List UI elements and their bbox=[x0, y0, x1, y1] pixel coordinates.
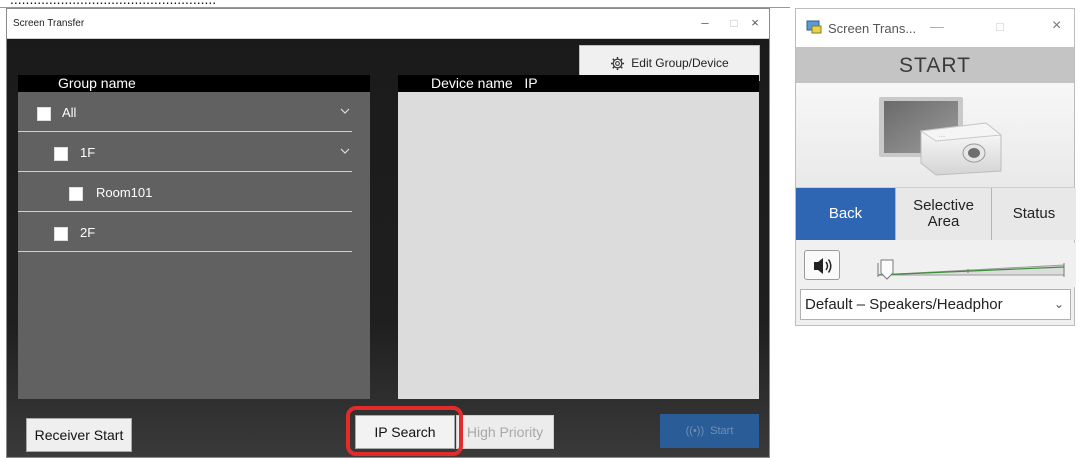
clipped-text-strip: ........................................… bbox=[0, 0, 790, 8]
selective-area-button[interactable]: Selective Area bbox=[896, 188, 992, 240]
mini-button-row: Back Selective Area Status bbox=[796, 188, 1076, 240]
chevron-down-icon[interactable] bbox=[338, 144, 352, 158]
start-button-label: Start bbox=[710, 425, 734, 437]
mini-window-title: Screen Trans... bbox=[828, 21, 917, 36]
speaker-icon bbox=[814, 258, 832, 274]
checkbox[interactable] bbox=[69, 187, 83, 201]
high-priority-button[interactable]: High Priority bbox=[456, 415, 554, 449]
group-row-2f[interactable]: 2F bbox=[18, 212, 352, 252]
group-row-1f[interactable]: 1F bbox=[18, 132, 352, 172]
chevron-down-icon[interactable] bbox=[338, 104, 352, 118]
group-label: 1F bbox=[80, 145, 96, 160]
volume-control bbox=[796, 243, 1076, 287]
maximize-button[interactable]: □ bbox=[724, 14, 744, 32]
device-list-header: Device name IP bbox=[398, 75, 759, 92]
checkbox[interactable] bbox=[54, 227, 68, 241]
group-label: All bbox=[62, 105, 77, 120]
chevron-down-icon: ⌄ bbox=[1053, 297, 1064, 311]
title-bar: Screen Transfer – □ × bbox=[7, 9, 769, 39]
group-row-room101[interactable]: Room101 bbox=[18, 172, 352, 212]
receiver-start-button[interactable]: Receiver Start bbox=[26, 418, 132, 452]
close-button[interactable]: × bbox=[1052, 17, 1061, 35]
group-list-panel: Group name All 1F Room101 2F bbox=[18, 75, 370, 399]
checkbox[interactable] bbox=[37, 107, 51, 121]
minimize-button[interactable]: – bbox=[695, 14, 715, 32]
screenshot: ........................................… bbox=[0, 0, 1080, 458]
volume-slider[interactable] bbox=[868, 249, 1068, 283]
group-label: 2F bbox=[80, 225, 96, 240]
status-button[interactable]: Status bbox=[992, 188, 1076, 240]
projector-illustration: ···· bbox=[796, 83, 1074, 188]
minimize-button[interactable]: — bbox=[930, 18, 944, 34]
clipped-text: ........................................… bbox=[10, 0, 216, 7]
speaker-button[interactable] bbox=[804, 250, 840, 280]
start-label[interactable]: START bbox=[796, 47, 1074, 83]
edit-button-label: Edit Group/Device bbox=[631, 56, 729, 70]
display-projector-icon: ···· bbox=[879, 97, 1003, 176]
back-button[interactable]: Back bbox=[796, 188, 896, 240]
group-list-header: Group name bbox=[18, 75, 370, 92]
checkbox[interactable] bbox=[54, 147, 68, 161]
app-icon bbox=[806, 20, 822, 34]
maximize-button[interactable]: □ bbox=[996, 19, 1004, 34]
group-label: Room101 bbox=[96, 185, 153, 200]
mini-title-bar: Screen Trans... — □ × bbox=[796, 9, 1074, 47]
audio-output-select[interactable]: Default – Speakers/Headphor ⌄ bbox=[800, 289, 1071, 320]
audio-output-value: Default – Speakers/Headphor bbox=[805, 296, 1003, 313]
close-button[interactable]: × bbox=[745, 14, 765, 32]
device-list-panel[interactable]: Device name IP bbox=[398, 75, 759, 399]
start-button[interactable]: ((•)) Start bbox=[660, 414, 759, 448]
gear-icon bbox=[611, 56, 625, 70]
broadcast-icon: ((•)) bbox=[685, 425, 705, 437]
svg-text:····: ···· bbox=[939, 134, 946, 140]
group-row-all[interactable]: All bbox=[18, 92, 352, 132]
selective-area-label: Selective Area bbox=[913, 197, 974, 230]
screen-transfer-mini-window: Screen Trans... — □ × START ···· Back Se… bbox=[795, 8, 1076, 326]
highlight-box bbox=[346, 406, 463, 456]
window-title: Screen Transfer bbox=[13, 18, 85, 29]
